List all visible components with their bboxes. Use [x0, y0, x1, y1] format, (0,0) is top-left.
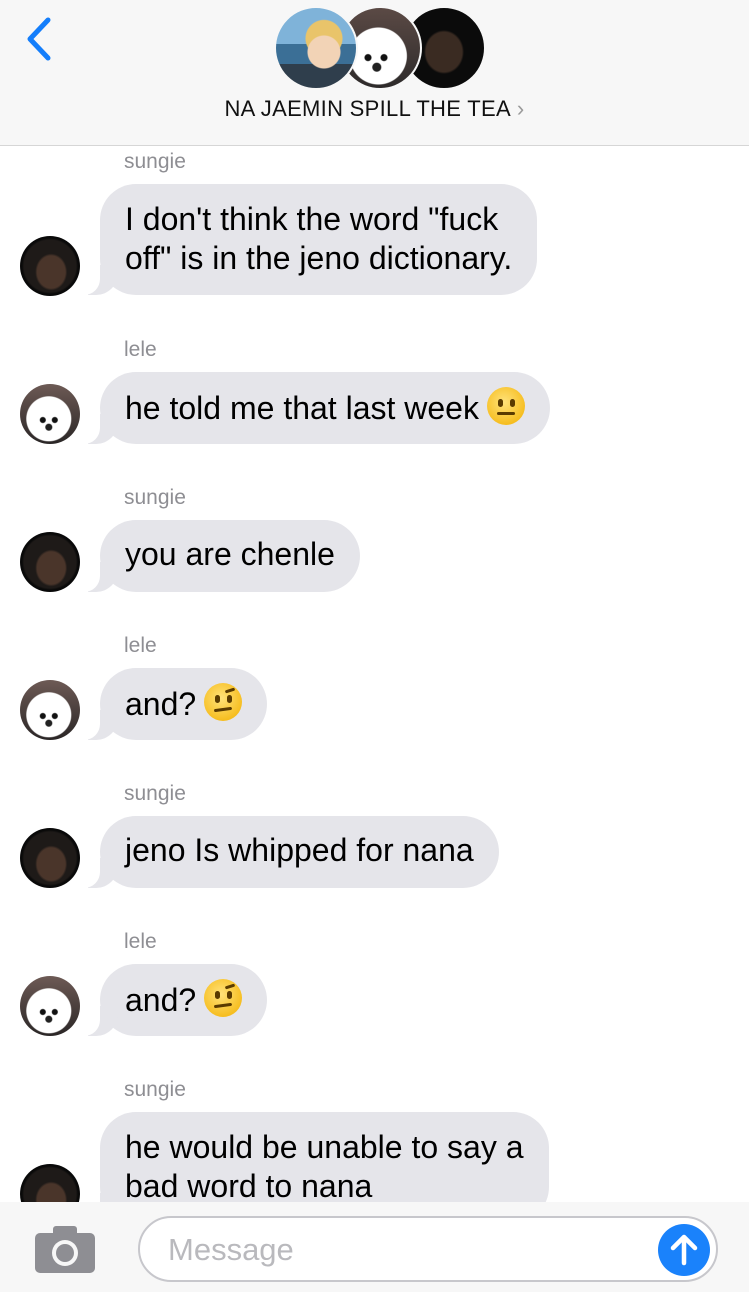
message-text: he told me that last week — [125, 390, 479, 426]
message-line: he would be unable to say a — [125, 1129, 524, 1165]
back-chevron-icon — [27, 17, 51, 61]
camera-button[interactable] — [33, 1224, 97, 1274]
raised-eyebrow-face-icon — [204, 683, 243, 721]
message-text: and? — [125, 686, 197, 722]
message-bubble[interactable]: he would be unable to say a bad word to … — [74, 1112, 549, 1202]
message-bubble[interactable]: I don't think the word "fuck off" is in … — [73, 184, 538, 295]
camera-icon — [35, 1226, 95, 1273]
message-field[interactable] — [138, 1216, 718, 1282]
message-bubble[interactable]: you are chenle — [74, 520, 360, 592]
message-line: bad word to nana — [125, 1168, 373, 1202]
avatar[interactable] — [20, 1164, 80, 1202]
avatar[interactable] — [20, 532, 80, 592]
message-bubble[interactable]: he told me that last week — [74, 372, 550, 444]
raised-eyebrow-face-icon — [204, 979, 243, 1017]
message-sender: lele — [124, 634, 157, 657]
message-bubble[interactable]: and? — [73, 668, 268, 740]
avatar[interactable] — [20, 828, 80, 888]
message-sender: lele — [124, 338, 157, 361]
conversation-title[interactable]: NA JAEMIN SPILL THE TEA › — [0, 96, 749, 122]
participant-avatar-1 — [274, 6, 358, 90]
neutral-face-icon — [486, 387, 525, 425]
conversation-title-text: NA JAEMIN SPILL THE TEA — [224, 96, 511, 121]
message-bubble[interactable]: and? — [73, 964, 268, 1036]
group-avatars[interactable] — [274, 6, 486, 90]
avatar[interactable] — [20, 680, 80, 740]
avatar[interactable] — [20, 236, 80, 296]
message-input[interactable] — [166, 1228, 650, 1272]
message-text: jeno Is whipped for nana — [125, 832, 474, 868]
message-sender: sungie — [124, 782, 186, 805]
message-line: off" is in the jeno dictionary. — [125, 240, 513, 276]
message-line: I don't think the word "fuck — [125, 201, 499, 237]
compose-bar — [0, 1202, 749, 1292]
message-text: you are chenle — [125, 536, 335, 572]
message-sender: sungie — [124, 486, 186, 509]
back-button[interactable] — [22, 14, 56, 64]
conversation-header: NA JAEMIN SPILL THE TEA › — [0, 0, 749, 146]
message-sender: lele — [124, 930, 157, 953]
send-button[interactable] — [658, 1224, 710, 1276]
message-sender: sungie — [124, 1078, 186, 1101]
avatar[interactable] — [20, 384, 80, 444]
message-sender: sungie — [124, 150, 186, 173]
send-arrow-icon — [670, 1234, 698, 1266]
avatar[interactable] — [20, 976, 80, 1036]
message-thread[interactable]: sungie I don't think the word "fuck off"… — [0, 146, 749, 1202]
message-text: and? — [125, 982, 197, 1018]
message-bubble[interactable]: jeno Is whipped for nana — [74, 816, 499, 888]
chevron-right-icon: › — [516, 96, 525, 121]
